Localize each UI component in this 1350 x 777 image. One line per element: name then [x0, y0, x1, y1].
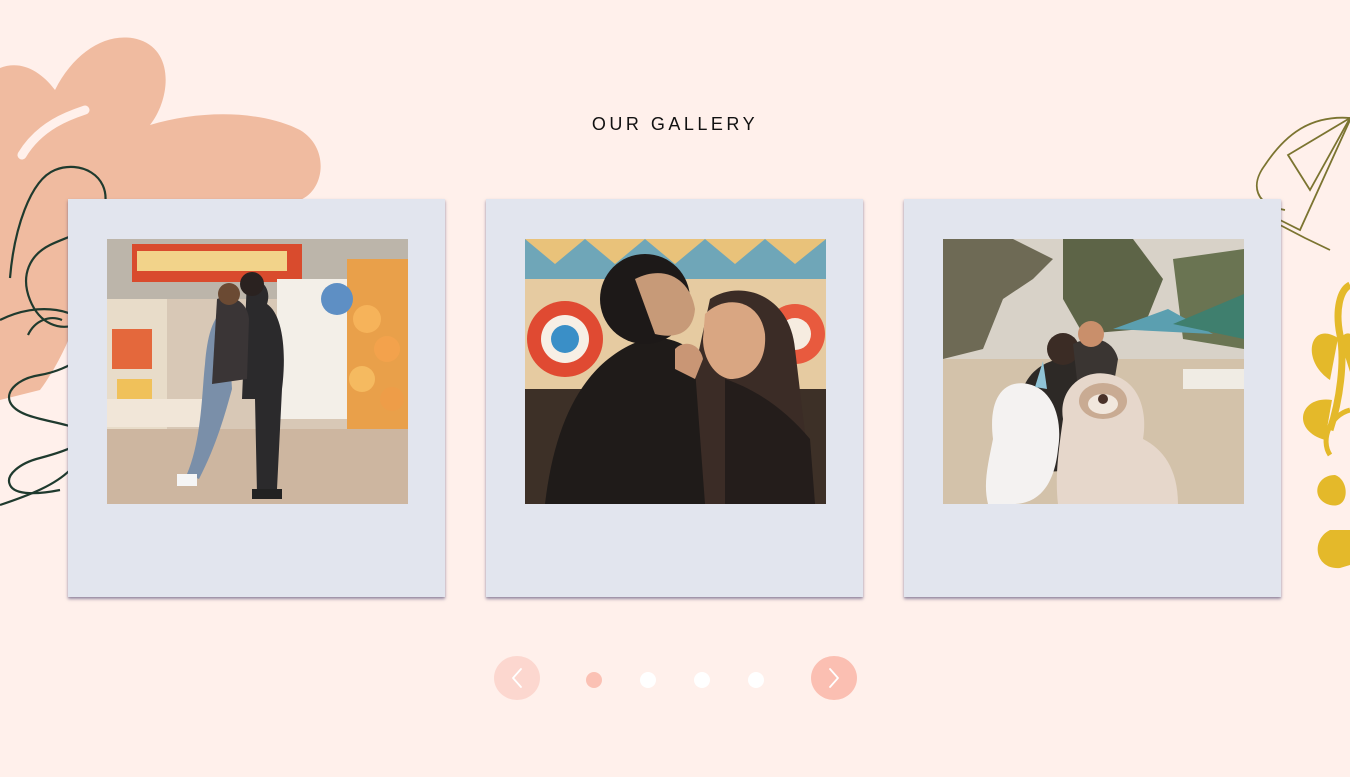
chevron-right-icon [829, 668, 839, 688]
carousel-dot-1[interactable] [586, 672, 602, 688]
photo-plush-toys-image [943, 239, 1244, 504]
gallery-title: OUR GALLERY [591, 114, 759, 134]
carousel-prev-button[interactable] [494, 656, 540, 700]
carousel-dot-3[interactable] [694, 672, 710, 688]
gallery-section: OUR GALLERY [0, 0, 1350, 777]
photo-closeup-image [525, 239, 826, 504]
gallery-card-2[interactable] [486, 199, 863, 597]
gallery-card-3[interactable] [904, 199, 1281, 597]
photo-couple-closeup[interactable] [525, 239, 826, 504]
photo-couple-plush-toys[interactable] [943, 239, 1244, 504]
carousel-next-button[interactable] [811, 656, 857, 700]
photo-carnival-image [107, 239, 408, 504]
carousel-dot-2[interactable] [640, 672, 656, 688]
chevron-left-icon [512, 668, 522, 688]
photo-couple-carnival[interactable] [107, 239, 408, 504]
carousel-dot-4[interactable] [748, 672, 764, 688]
gallery-card-1[interactable] [68, 199, 445, 597]
